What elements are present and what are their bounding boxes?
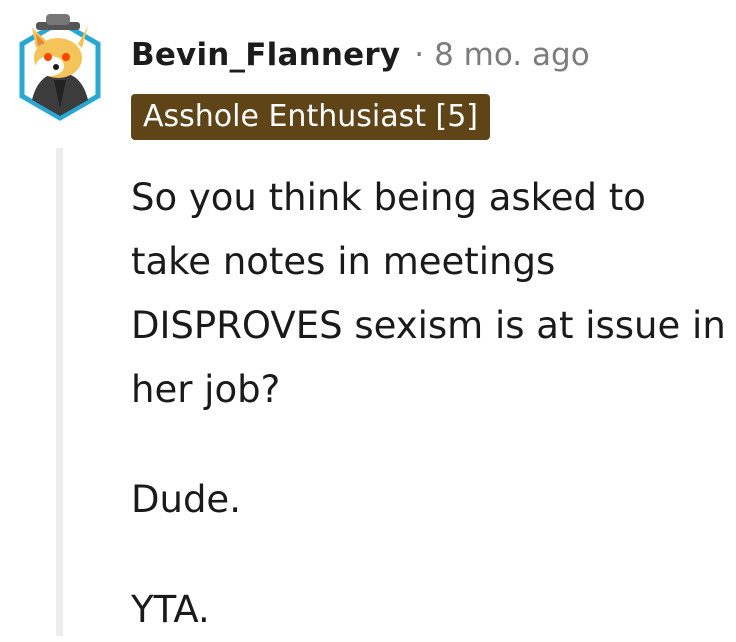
user-avatar-icon[interactable] [18, 12, 102, 124]
username-link[interactable]: Bevin_Flannery [131, 37, 400, 73]
comment-paragraph: Dude. [131, 478, 241, 521]
thread-line[interactable] [56, 148, 63, 636]
meta-separator: · [414, 37, 425, 73]
comment-header: Bevin_Flannery · 8 mo. ago [131, 34, 590, 76]
comment-body: So you think being asked to take notes i… [131, 166, 731, 642]
user-flair: Asshole Enthusiast [5] [131, 94, 491, 140]
comment-paragraph: YTA. [131, 588, 210, 631]
comment-timestamp[interactable]: 8 mo. ago [434, 37, 590, 73]
comment-paragraph: So you think being asked to take notes i… [131, 176, 726, 411]
